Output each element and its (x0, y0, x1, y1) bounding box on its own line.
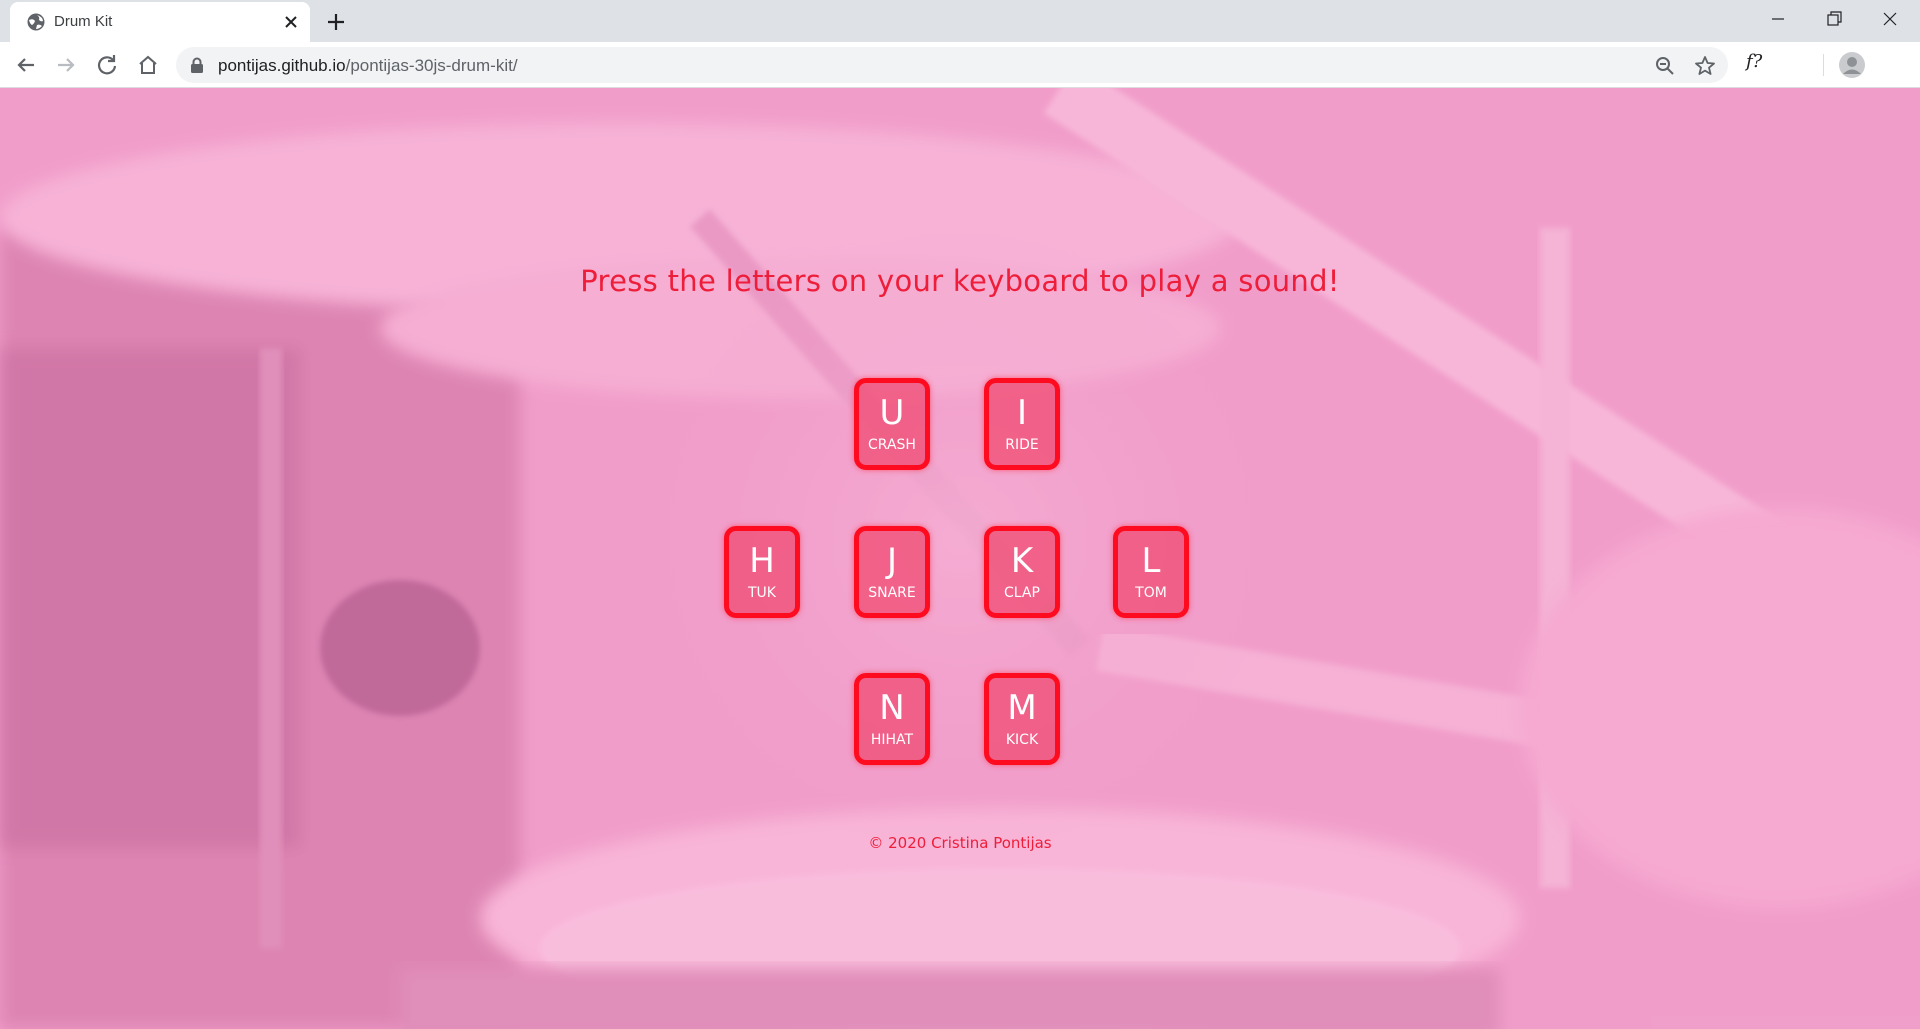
key-letter: K (1010, 541, 1034, 581)
drum-key-k[interactable]: K CLAP (984, 526, 1060, 618)
globe-icon (27, 13, 45, 31)
browser-toolbar: pontijas.github.io/pontijas-30js-drum-ki… (0, 42, 1920, 88)
key-sound-label: KICK (1005, 732, 1039, 748)
key-letter: M (1007, 688, 1037, 728)
key-sound-label: RIDE (1005, 437, 1039, 453)
drum-key-j[interactable]: J SNARE (854, 526, 930, 618)
drum-key-m[interactable]: M KICK (984, 673, 1060, 765)
tab-drum-kit[interactable]: Drum Kit (10, 2, 310, 42)
url-path: /pontijas-30js-drum-kit/ (345, 56, 518, 75)
minimize-button[interactable] (1750, 0, 1806, 38)
key-letter: U (879, 393, 905, 433)
key-sound-label: TUK (748, 585, 776, 601)
drum-key-h[interactable]: H TUK (724, 526, 800, 618)
key-sound-label: SNARE (868, 585, 916, 601)
toolbar-divider (1823, 54, 1824, 76)
drum-key-l[interactable]: L TOM (1113, 526, 1189, 618)
drum-key-n[interactable]: N HIHAT (854, 673, 930, 765)
pink-overlay (0, 88, 1920, 1029)
url-host: pontijas.github.io (218, 56, 346, 75)
window-close-icon (1883, 12, 1897, 26)
zoom-icon[interactable] (1654, 55, 1676, 77)
key-letter: H (749, 541, 775, 581)
tab-strip: Drum Kit (0, 0, 1920, 42)
window-close-button[interactable] (1862, 0, 1918, 38)
restore-icon (1827, 11, 1842, 26)
extension-button[interactable]: f? (1746, 51, 1762, 72)
reload-icon[interactable] (93, 51, 121, 79)
url-text[interactable]: pontijas.github.io/pontijas-30js-drum-ki… (218, 56, 518, 76)
key-letter: L (1141, 541, 1161, 581)
lock-icon[interactable] (190, 57, 204, 73)
page-headline: Press the letters on your keyboard to pl… (580, 264, 1340, 298)
key-sound-label: HIHAT (870, 732, 914, 748)
plus-icon[interactable] (324, 10, 348, 34)
key-letter: J (886, 541, 898, 581)
minimize-icon (1772, 18, 1784, 20)
restore-button[interactable] (1806, 0, 1862, 38)
close-icon[interactable] (282, 13, 300, 31)
home-icon[interactable] (134, 51, 162, 79)
key-sound-label: TOM (1135, 585, 1167, 601)
tab-title: Drum Kit (54, 13, 113, 30)
drum-kit-page: Press the letters on your keyboard to pl… (0, 88, 1920, 1029)
star-icon[interactable] (1694, 55, 1716, 77)
footer-copyright: © 2020 Cristina Pontijas (868, 834, 1052, 852)
key-letter: N (879, 688, 905, 728)
forward-icon[interactable] (52, 51, 80, 79)
key-letter: I (1016, 393, 1028, 433)
address-bar[interactable]: pontijas.github.io/pontijas-30js-drum-ki… (176, 47, 1728, 83)
drum-key-i[interactable]: I RIDE (984, 378, 1060, 470)
drum-key-u[interactable]: U CRASH (854, 378, 930, 470)
back-icon[interactable] (12, 51, 40, 79)
profile-icon[interactable] (1838, 51, 1866, 79)
key-sound-label: CRASH (868, 437, 916, 453)
key-sound-label: CLAP (1004, 585, 1040, 601)
